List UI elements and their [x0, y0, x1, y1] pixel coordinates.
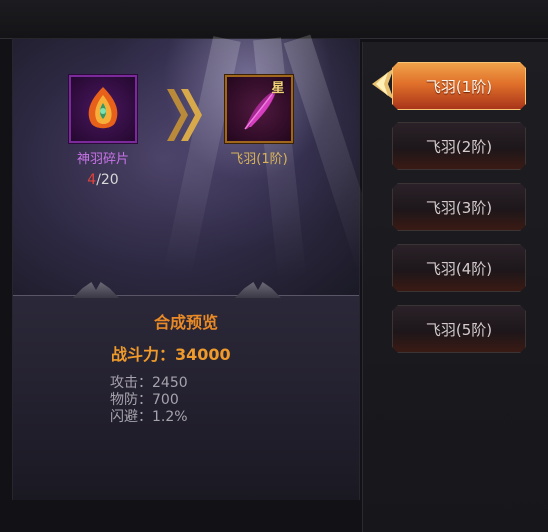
combat-power: 战斗力：34000	[111, 345, 231, 364]
divider-ornament	[73, 282, 119, 298]
material-count: 4/20	[58, 172, 148, 188]
result-item-slot[interactable]: 星	[225, 75, 293, 143]
material-name: 神羽碎片	[76, 152, 129, 167]
material-count-have: 4	[87, 172, 97, 188]
phoenix-feather-shard-icon	[88, 87, 118, 129]
tab-tier-3[interactable]: 飞羽(3阶)	[392, 183, 526, 231]
preview-title: 合成预览	[153, 313, 218, 332]
tab-tier-2[interactable]: 飞羽(2阶)	[392, 122, 526, 170]
star-badge: 星	[271, 81, 285, 96]
tab-tier-4[interactable]: 飞羽(4阶)	[392, 244, 526, 292]
stat-dodge: 闪避：1.2%	[110, 409, 188, 425]
synthesis-panel: 神羽碎片 4/20 星 飞羽(1阶) 合成预览 战斗力：34000 攻击：245…	[12, 34, 385, 500]
tab-tier-1[interactable]: 飞羽(1阶)	[392, 62, 526, 110]
result-name: 飞羽(1阶)	[230, 152, 288, 167]
double-chevron-right-icon	[167, 89, 202, 141]
tab-tier-5[interactable]: 飞羽(5阶)	[392, 305, 526, 353]
divider-ornament	[235, 282, 281, 298]
top-bar	[0, 0, 548, 39]
material-item-slot[interactable]	[69, 75, 137, 143]
stat-attack: 攻击：2450	[110, 375, 188, 391]
stat-defense: 物防：700	[110, 392, 179, 408]
selection-pointer-icon	[372, 68, 394, 100]
material-count-need: /20	[96, 172, 119, 188]
